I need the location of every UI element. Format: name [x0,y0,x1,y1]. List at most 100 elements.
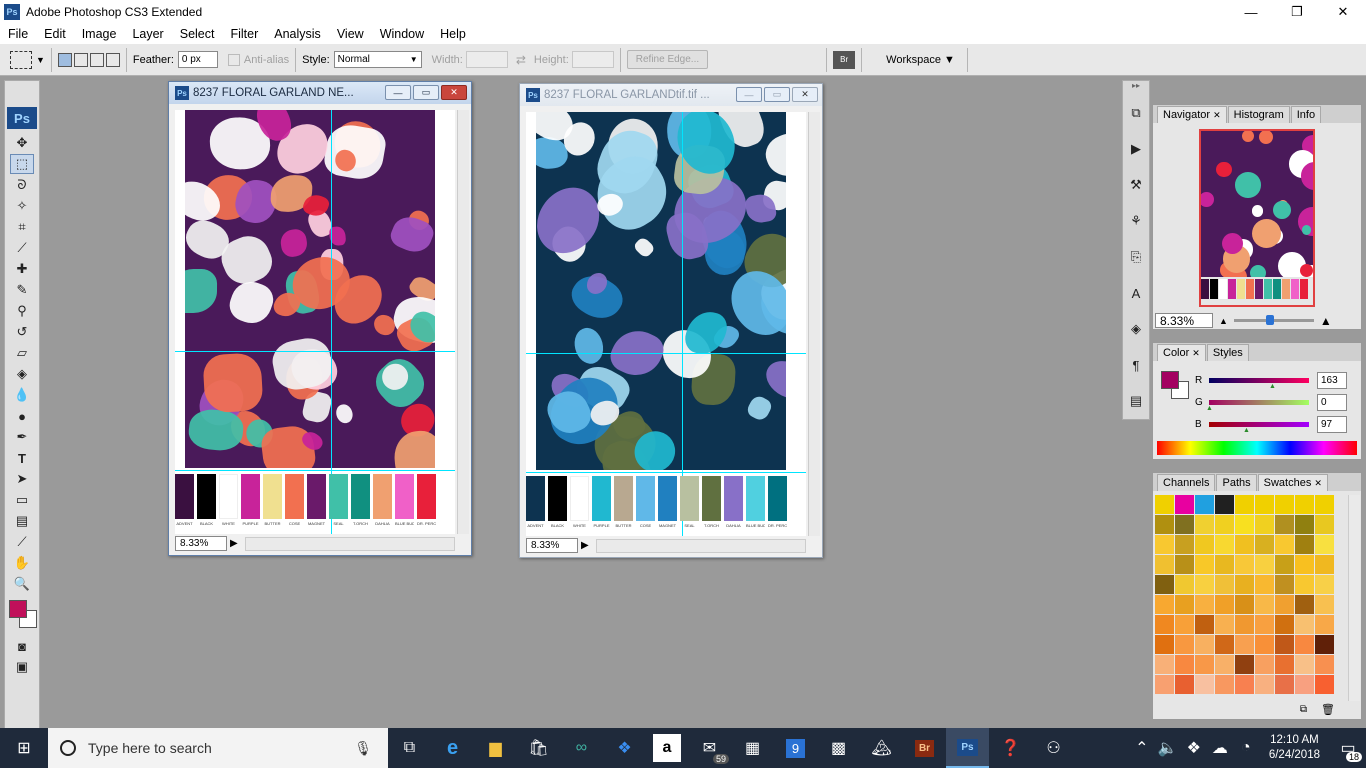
swatch-cell[interactable] [1155,495,1174,514]
preset-dropdown-icon[interactable]: ▼ [36,55,45,65]
zoom-slider-thumb[interactable] [1265,315,1274,325]
eyedropper-tool-icon[interactable]: ⟋ [10,532,34,552]
swatch-cell[interactable] [1255,495,1274,514]
swatch-cell[interactable] [1275,535,1294,554]
feather-input[interactable]: 0 px [177,51,218,68]
swatch-cell[interactable] [1215,675,1234,694]
blue-value-input[interactable]: 97 [1317,415,1347,433]
layers-panel-icon[interactable]: ◈ [1126,319,1146,339]
network-icon[interactable]: ◔ [1233,728,1259,768]
history-brush-tool-icon[interactable]: ↺ [10,322,34,342]
style-select[interactable]: Normal ▼ [333,51,422,68]
swatch-cell[interactable] [1315,515,1334,534]
volume-icon[interactable]: 🔈 [1155,728,1181,768]
swatch-cell[interactable] [1215,595,1234,614]
tab-histogram[interactable]: Histogram [1227,106,1290,123]
notification-center-icon[interactable]: ▭ 18 [1330,728,1366,768]
new-swatch-icon[interactable]: ⧉ [1300,704,1307,715]
swatch-cell[interactable] [1175,675,1194,694]
swatch-cell[interactable] [1295,615,1314,634]
bridge-taskbar-icon[interactable]: Br [903,728,946,768]
swatch-cell[interactable] [1255,615,1274,634]
dock-grip[interactable]: ▸▸ [1123,81,1149,99]
swatch-cell[interactable] [1315,595,1334,614]
onedrive-icon[interactable]: ☁ [1207,728,1233,768]
refine-edge-button[interactable]: Refine Edge... [626,50,709,69]
tab-paths[interactable]: Paths [1216,474,1257,491]
swatch-cell[interactable] [1255,555,1274,574]
swatch-cell[interactable] [1155,615,1174,634]
swatch-cell[interactable] [1315,635,1334,654]
swatch-cell[interactable] [1155,635,1174,654]
bridge-icon[interactable]: Br [833,50,856,69]
calculator-icon[interactable]: ▩ [817,728,860,768]
menu-layer[interactable]: Layer [124,27,171,41]
history-panel-icon[interactable]: ⧉ [1126,103,1146,123]
mail-icon[interactable]: ✉ 59 [688,728,731,768]
zoom-tool-icon[interactable]: 🔍 [10,574,34,594]
brush-tool-icon[interactable]: ✎ [10,280,34,300]
swatch-cell[interactable] [1215,515,1234,534]
color-selector[interactable] [7,600,37,630]
swatch-cell[interactable] [1315,535,1334,554]
doc-maximize-button[interactable]: ▭ [413,85,439,100]
doc-close-button[interactable]: ✕ [441,85,467,100]
swatch-cell[interactable] [1215,495,1234,514]
swatch-cell[interactable] [1275,495,1294,514]
swatch-cell[interactable] [1175,615,1194,634]
rectangular-marquee-tool-icon[interactable]: ⬚ [10,154,34,174]
swatch-cell[interactable] [1275,595,1294,614]
marquee-tool-preset-icon[interactable] [10,50,32,69]
menu-file[interactable]: File [0,27,36,41]
swatch-cell[interactable] [1215,535,1234,554]
swatch-cell[interactable] [1255,575,1274,594]
file-explorer-icon[interactable]: ▆ [474,728,517,768]
maximize-button[interactable]: ❐ [1274,0,1320,24]
workspace-menu[interactable]: Workspace ▼ [886,54,955,66]
swatch-cell[interactable] [1155,535,1174,554]
swatch-cell[interactable] [1155,555,1174,574]
photos-icon[interactable]: 🏔 [860,728,903,768]
blue-slider[interactable]: ▲ [1209,421,1309,434]
amazon-icon[interactable]: a [653,734,681,762]
navigator-thumbnail[interactable] [1199,129,1315,307]
color-spectrum-bar[interactable] [1157,441,1357,455]
swatch-cell[interactable] [1295,495,1314,514]
swatch-cell[interactable] [1195,635,1214,654]
swatch-cell[interactable] [1255,535,1274,554]
swatch-cell[interactable] [1255,675,1274,694]
swatch-cell[interactable] [1215,555,1234,574]
swatch-cell[interactable] [1315,615,1334,634]
zoom-in-icon[interactable]: ▲ [1320,314,1332,328]
foreground-color-swatch[interactable] [9,600,27,618]
swatch-cell[interactable] [1315,555,1334,574]
zoom-level-field[interactable]: 8.33% [526,538,578,553]
paragraph-panel-icon[interactable]: ¶ [1126,355,1146,375]
pen-tool-icon[interactable]: ✒ [10,427,34,447]
document-titlebar[interactable]: Ps 8237 FLORAL GARLAND NE... — ▭ ✕ [169,82,471,104]
swatch-cell[interactable] [1235,535,1254,554]
swatch-cell[interactable] [1295,655,1314,674]
swatch-cell[interactable] [1215,615,1234,634]
swatch-cell[interactable] [1175,655,1194,674]
swatch-cell[interactable] [1195,615,1214,634]
clone-stamp-tool-icon[interactable]: ⚲ [10,301,34,321]
vertical-scrollbar[interactable] [457,110,469,534]
tab-color[interactable]: Color ✕ [1157,344,1206,361]
menu-view[interactable]: View [329,27,372,41]
swatch-cell[interactable] [1175,635,1194,654]
swatch-cell[interactable] [1295,535,1314,554]
swatch-cell[interactable] [1255,655,1274,674]
swatch-cell[interactable] [1255,635,1274,654]
swatch-cell[interactable] [1155,675,1174,694]
menu-filter[interactable]: Filter [222,27,266,41]
hand-tool-icon[interactable]: ✋ [10,553,34,573]
swatch-cell[interactable] [1315,575,1334,594]
swatch-cell[interactable] [1235,595,1254,614]
swatch-cell[interactable] [1235,515,1254,534]
height-input[interactable] [571,51,614,68]
swatch-cell[interactable] [1175,595,1194,614]
clone-source-icon[interactable]: ⎘ [1126,247,1146,267]
tab-styles[interactable]: Styles [1206,344,1249,361]
character-panel-icon[interactable]: A [1126,283,1146,303]
